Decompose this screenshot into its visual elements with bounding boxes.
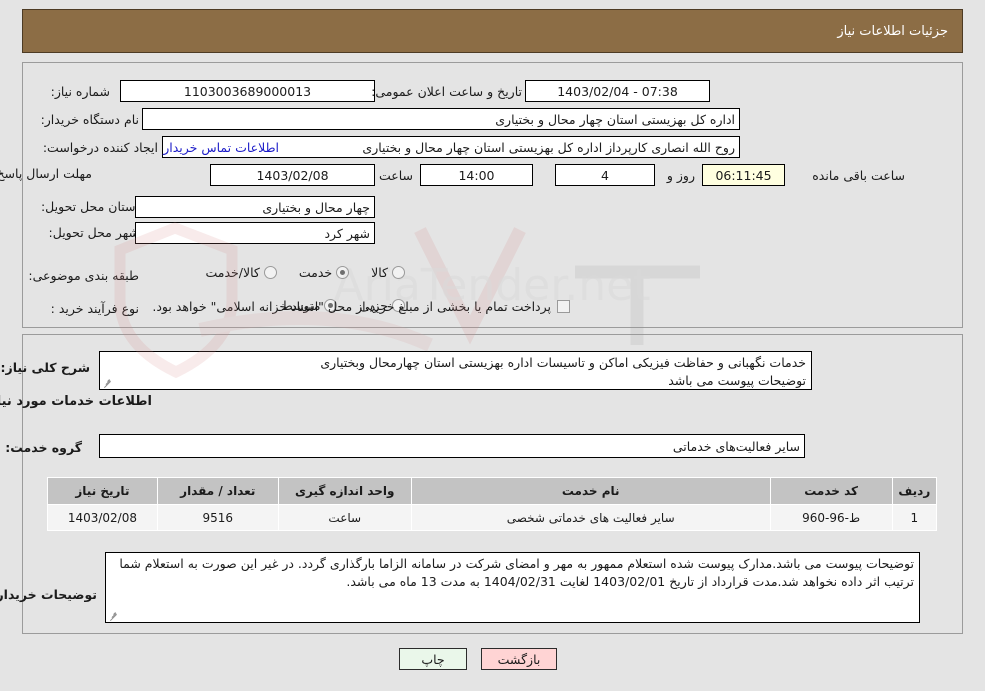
col-service-name: نام خدمت <box>410 477 771 505</box>
requester-label: ایجاد کننده درخواست: <box>42 140 158 155</box>
treasury-checkbox-row[interactable]: پرداخت تمام یا بخشی از مبلغ خرید،از محل … <box>152 299 570 314</box>
deadline-hour-label: ساعت <box>378 168 413 183</box>
category-radio-group: کالا خدمت کالا/خدمت <box>205 265 405 280</box>
col-quantity: تعداد / مقدار <box>156 477 279 505</box>
table-header-row: ردیف کد خدمت نام خدمت واحد اندازه گیری ت… <box>47 477 938 505</box>
print-button[interactable]: چاپ <box>399 648 467 670</box>
buyer-contact-link[interactable]: اطلاعات تماس خریدار <box>163 140 279 155</box>
table-row: 1 ط-96-960 سایر فعالیت های خدماتی شخصی س… <box>47 504 938 531</box>
cell-need-date: 1403/02/08 <box>47 504 158 531</box>
radio-icon[interactable] <box>263 266 277 279</box>
process-label: نوع فرآیند خرید : <box>50 301 139 316</box>
services-section-title: اطلاعات خدمات مورد نیاز <box>0 394 152 409</box>
checkbox-icon[interactable] <box>557 300 570 313</box>
city-value: شهر کرد <box>135 222 375 244</box>
col-need-date: تاریخ نیاز <box>47 477 158 505</box>
need-number-label: شماره نیاز: <box>50 84 110 99</box>
category-option-kala-khedmat[interactable]: کالا/خدمت <box>205 265 277 280</box>
page-title: جزئیات اطلاعات نیاز <box>837 23 948 39</box>
remaining-time-value: 06:11:45 <box>702 164 785 186</box>
resize-grip-icon[interactable] <box>103 377 113 389</box>
radio-icon[interactable] <box>336 266 350 279</box>
deadline-hour-value: 14:00 <box>420 164 533 186</box>
general-desc-textarea[interactable]: خدمات نگهبانی و حفاظت فیزیکی اماکن و تاس… <box>99 351 812 390</box>
remaining-days-value: 4 <box>555 164 655 186</box>
deadline-label: مهلت ارسال پاسخ: تا تاریخ: <box>0 166 92 181</box>
buyer-notes-textarea[interactable]: توضیحات پیوست می باشد.مدارک پیوست شده اس… <box>105 552 920 623</box>
buyer-notes-label: توضیحات خریدار: <box>0 587 97 602</box>
service-group-value: سایر فعالیت‌های خدماتی <box>99 434 805 458</box>
general-desc-label: شرح کلی نیاز: <box>0 360 90 375</box>
buyer-org-value: اداره کل بهزیستی استان چهار محال و بختیا… <box>142 108 740 130</box>
cell-quantity: 9516 <box>156 504 279 531</box>
public-announce-value: 07:38 - 1403/02/04 <box>525 80 710 102</box>
resize-grip-icon[interactable] <box>109 610 119 622</box>
page-root: AriaTender.net جزئیات اطلاعات نیاز شماره… <box>0 0 985 691</box>
buyer-notes-value: توضیحات پیوست می باشد.مدارک پیوست شده اس… <box>119 556 914 590</box>
col-row-no: ردیف <box>891 477 938 505</box>
city-label: شهر محل تحویل: <box>48 225 139 240</box>
cell-service-name: سایر فعالیت های خدماتی شخصی <box>410 504 771 531</box>
general-desc-value: خدمات نگهبانی و حفاظت فیزیکی اماکن و تاس… <box>320 355 806 389</box>
province-value: چهار محال و بختیاری <box>135 196 375 218</box>
col-unit: واحد اندازه گیری <box>277 477 412 505</box>
page-header: جزئیات اطلاعات نیاز <box>22 9 963 53</box>
radio-icon[interactable] <box>392 266 405 279</box>
category-label: طبقه بندی موضوعی: <box>28 268 139 283</box>
cell-row-no: 1 <box>891 504 938 531</box>
category-option-label: خدمت <box>298 265 333 280</box>
service-group-label: گروه خدمت: <box>5 440 82 455</box>
category-option-label: کالا <box>371 265 388 280</box>
services-table: ردیف کد خدمت نام خدمت واحد اندازه گیری ت… <box>47 477 938 531</box>
cell-unit: ساعت <box>277 504 412 531</box>
remaining-days-label: روز و <box>666 168 695 183</box>
category-option-kala[interactable]: کالا <box>371 265 405 280</box>
public-announce-label: تاریخ و ساعت اعلان عمومی: <box>371 84 522 99</box>
remaining-time-label: ساعت باقی مانده <box>812 168 905 183</box>
need-number-value: 1103003689000013 <box>120 80 375 102</box>
province-label: استان محل تحویل: <box>40 199 139 214</box>
col-service-code: کد خدمت <box>769 477 893 505</box>
category-option-label: کالا/خدمت <box>205 265 260 280</box>
buyer-org-label: نام دستگاه خریدار: <box>40 112 139 127</box>
cell-service-code: ط-96-960 <box>769 504 893 531</box>
deadline-date: 1403/02/08 <box>210 164 375 186</box>
back-button[interactable]: بازگشت <box>481 648 557 670</box>
category-option-khedmat[interactable]: خدمت <box>298 265 350 280</box>
treasury-checkbox-label: پرداخت تمام یا بخشی از مبلغ خرید،از محل … <box>152 299 551 314</box>
